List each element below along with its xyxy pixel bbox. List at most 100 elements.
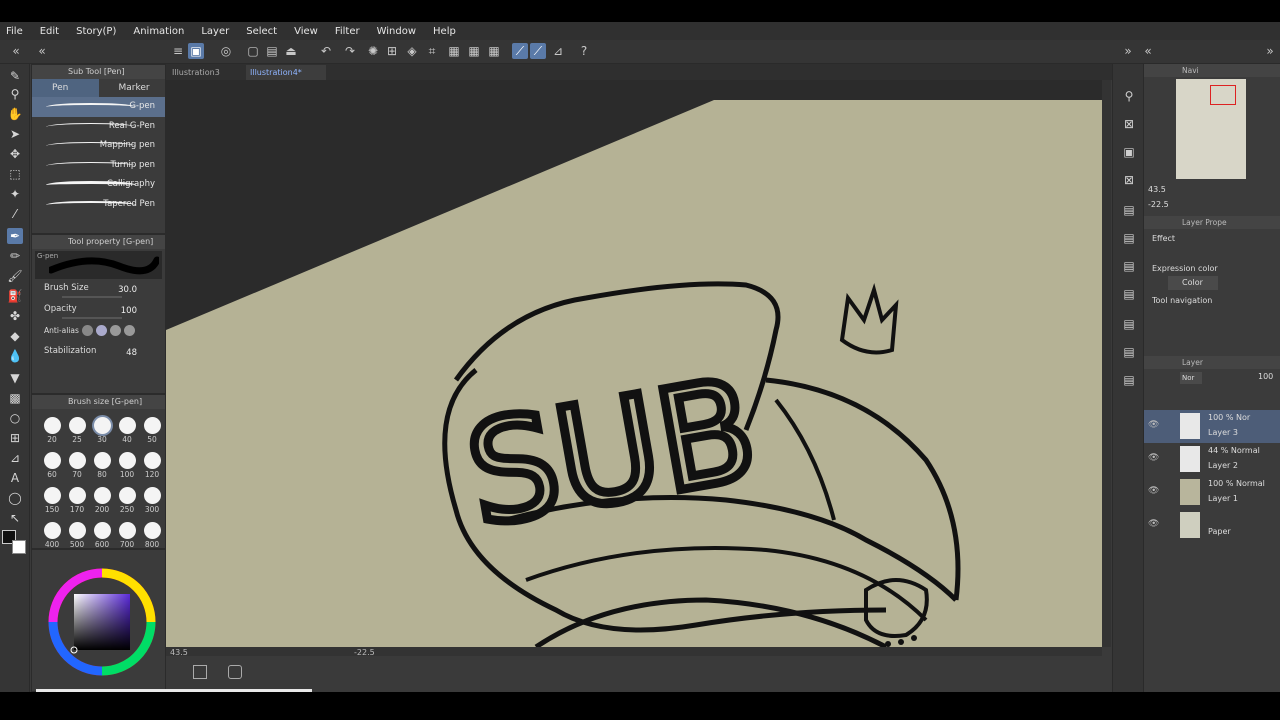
- ruler-tool-icon[interactable]: ⊿: [7, 450, 23, 466]
- undo-icon[interactable]: ↶: [318, 43, 334, 59]
- brush-g-pen[interactable]: G-pen: [32, 97, 165, 117]
- record-icon[interactable]: ◎: [218, 43, 234, 59]
- redo-icon[interactable]: ↷: [342, 43, 358, 59]
- material-icon[interactable]: ▤: [1121, 202, 1137, 218]
- menu-window[interactable]: Window: [377, 26, 416, 37]
- eye-icon[interactable]: 👁: [1148, 453, 1159, 463]
- material-icon-4[interactable]: ▤: [1121, 286, 1137, 302]
- sub-color-swatch[interactable]: [12, 540, 26, 554]
- menu-view[interactable]: View: [294, 26, 318, 37]
- artwork-canvas[interactable]: SUB: [166, 80, 1102, 647]
- blend-mode-select[interactable]: Nor: [1180, 372, 1202, 384]
- selection-icon-2[interactable]: ▦: [466, 43, 482, 59]
- brush-size-option[interactable]: 400: [40, 522, 64, 549]
- stabilization-row[interactable]: Stabilization 48: [32, 344, 165, 365]
- brush-size-option[interactable]: 700: [115, 522, 139, 549]
- navigator-preview[interactable]: [1176, 79, 1246, 179]
- antialias-options[interactable]: [82, 325, 135, 336]
- brush-size-option[interactable]: 200: [90, 487, 114, 514]
- material-icon-6[interactable]: ▤: [1121, 344, 1137, 360]
- eye-icon[interactable]: 👁: [1148, 486, 1159, 496]
- selection-icon-3[interactable]: ▦: [486, 43, 502, 59]
- vertical-scrollbar[interactable]: [1102, 80, 1111, 647]
- panel-menu-icon[interactable]: »: [1262, 43, 1278, 59]
- brush-real-g-pen[interactable]: Real G-Pen: [32, 117, 165, 137]
- material-icon-2[interactable]: ▤: [1121, 230, 1137, 246]
- selection-icon[interactable]: ▦: [446, 43, 462, 59]
- ruler-icon[interactable]: ⊿: [550, 43, 566, 59]
- layers-icon[interactable]: ▣: [1121, 144, 1137, 160]
- brush-size-option[interactable]: 30: [90, 417, 114, 444]
- menu-file[interactable]: File: [6, 26, 23, 37]
- antialias-weak[interactable]: [96, 325, 107, 336]
- brush-size-option[interactable]: 40: [115, 417, 139, 444]
- hamburger-icon[interactable]: ≡: [170, 43, 186, 59]
- pen-tool-icon[interactable]: ✎: [7, 68, 23, 84]
- selection-tool-icon[interactable]: ⬚: [7, 166, 23, 182]
- search-icon[interactable]: ⚲: [1121, 88, 1137, 104]
- fill-icon[interactable]: ◈: [404, 43, 420, 59]
- decoration-tool-icon[interactable]: ✤: [7, 308, 23, 324]
- brush-size-slider[interactable]: [62, 296, 122, 298]
- brush-tool-icon[interactable]: 🖌: [7, 268, 23, 284]
- layer-row-paper[interactable]: 👁 Paper: [1144, 509, 1280, 542]
- transform-icon[interactable]: ⊞: [384, 43, 400, 59]
- frame-tool-icon[interactable]: ⊞: [7, 430, 23, 446]
- antialias-row[interactable]: Anti-alias: [32, 323, 165, 344]
- save-icon[interactable]: ⏏: [283, 43, 299, 59]
- layer-opacity[interactable]: 100: [1258, 372, 1273, 381]
- tab-pen[interactable]: Pen: [32, 79, 99, 97]
- text-tool-icon[interactable]: A: [7, 470, 23, 486]
- pen-icon[interactable]: ✒: [7, 228, 23, 244]
- brush-size-option[interactable]: 600: [90, 522, 114, 549]
- crop-icon[interactable]: ⌗: [424, 43, 440, 59]
- menu-animation[interactable]: Animation: [133, 26, 184, 37]
- eyedropper-tool-icon[interactable]: ⁄: [7, 206, 23, 222]
- material-icon-5[interactable]: ▤: [1121, 316, 1137, 332]
- material-icon-3[interactable]: ▤: [1121, 258, 1137, 274]
- collapse-right-icon-2[interactable]: «: [1140, 43, 1156, 59]
- menu-edit[interactable]: Edit: [40, 26, 59, 37]
- pencil-tool-icon[interactable]: ✏: [7, 248, 23, 264]
- brush-size-option[interactable]: 150: [40, 487, 64, 514]
- brush-size-option[interactable]: 25: [65, 417, 89, 444]
- opacity-slider[interactable]: [62, 317, 122, 319]
- canvas-area[interactable]: SUB: [166, 80, 1102, 647]
- fill-tool-icon[interactable]: ▼: [7, 370, 23, 386]
- figure-tool-icon[interactable]: ○: [7, 410, 23, 426]
- material-icon-7[interactable]: ▤: [1121, 372, 1137, 388]
- menu-help[interactable]: Help: [433, 26, 456, 37]
- brush-turnip-pen[interactable]: Turnip pen: [32, 156, 165, 176]
- layer-row-2[interactable]: 👁 44 % Normal Layer 2: [1144, 443, 1280, 476]
- brush-size-option[interactable]: 60: [40, 452, 64, 479]
- video-progress-bar[interactable]: [36, 689, 312, 692]
- layer-row-3[interactable]: 👁 100 % Nor Layer 3: [1144, 410, 1280, 443]
- loading-icon[interactable]: ✺: [365, 43, 381, 59]
- navigator-viewport[interactable]: [1210, 85, 1236, 105]
- brush-size-row[interactable]: Brush Size 30.0: [32, 281, 165, 302]
- close-panel-icon-2[interactable]: ⊠: [1121, 172, 1137, 188]
- tab-illustration4[interactable]: Illustration4*: [246, 65, 326, 80]
- open-folder-icon[interactable]: ▤: [264, 43, 280, 59]
- antialias-none[interactable]: [82, 325, 93, 336]
- brush-size-option[interactable]: 120: [140, 452, 164, 479]
- airbrush-tool-icon[interactable]: ⛽: [7, 288, 23, 304]
- brush-size-option[interactable]: 50: [140, 417, 164, 444]
- brush-size-option[interactable]: 800: [140, 522, 164, 549]
- brush-size-option[interactable]: 20: [40, 417, 64, 444]
- antialias-mid[interactable]: [110, 325, 121, 336]
- menu-filter[interactable]: Filter: [335, 26, 360, 37]
- antialias-strong[interactable]: [124, 325, 135, 336]
- collapse-icon-2[interactable]: «: [34, 43, 50, 59]
- canvas-view-icon[interactable]: ▣: [188, 43, 204, 59]
- brush-calligraphy[interactable]: Calligraphy: [32, 175, 165, 195]
- brush-size-option[interactable]: 300: [140, 487, 164, 514]
- collapse-right-icon[interactable]: »: [1120, 43, 1136, 59]
- brush-size-option[interactable]: 170: [65, 487, 89, 514]
- zoom-tool-icon[interactable]: ⚲: [7, 86, 23, 102]
- menu-layer[interactable]: Layer: [201, 26, 229, 37]
- help-icon[interactable]: ?: [576, 43, 592, 59]
- operation-tool-icon[interactable]: ➤: [7, 126, 23, 142]
- snap-icon-2[interactable]: ⟋: [530, 43, 546, 59]
- grid-toggle-icon[interactable]: [193, 665, 207, 679]
